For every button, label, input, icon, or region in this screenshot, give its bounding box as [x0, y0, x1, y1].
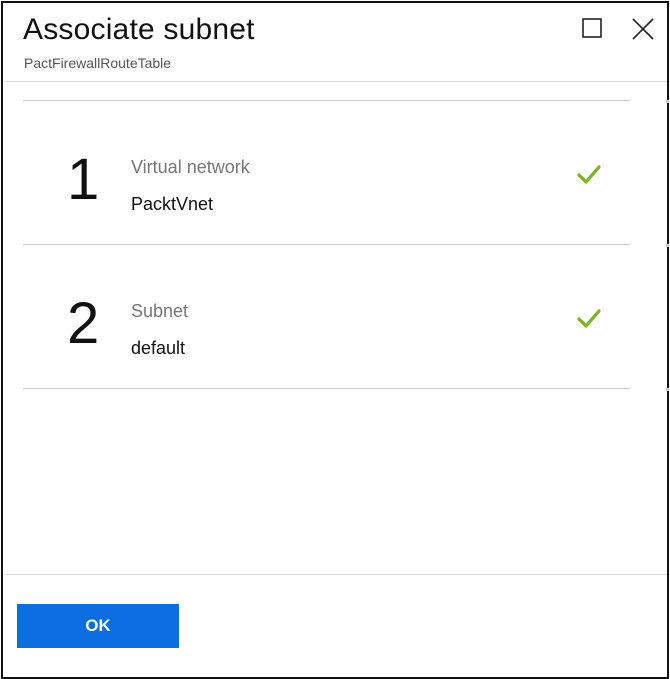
close-button[interactable] [631, 17, 659, 45]
dialog-title: Associate subnet [23, 13, 255, 46]
step-number: 1 [67, 147, 100, 212]
maximize-button[interactable] [581, 17, 609, 45]
checkmark-icon [575, 305, 603, 333]
footer-divider [5, 574, 667, 575]
maximize-icon [581, 17, 609, 39]
ok-button[interactable]: OK [17, 604, 179, 648]
edge-mark [666, 388, 669, 391]
dialog-subtitle: PactFirewallRouteTable [24, 55, 172, 71]
step-label: Subnet [131, 301, 189, 321]
step-subnet[interactable]: 2 Subnet default [23, 245, 630, 388]
step-value: PacktVnet [131, 194, 214, 214]
step-label: Virtual network [131, 157, 250, 177]
checkmark-icon [575, 161, 603, 189]
associate-subnet-dialog: Associate subnet PactFirewallRouteTable … [1, 1, 669, 679]
step-value: default [131, 338, 186, 358]
step-divider [23, 388, 630, 389]
edge-mark [666, 244, 669, 247]
step-virtual-network[interactable]: 1 Virtual network PacktVnet [23, 101, 630, 244]
header-divider [5, 81, 667, 82]
edge-mark [666, 100, 669, 103]
step-number: 2 [67, 291, 100, 356]
close-icon [631, 17, 659, 41]
